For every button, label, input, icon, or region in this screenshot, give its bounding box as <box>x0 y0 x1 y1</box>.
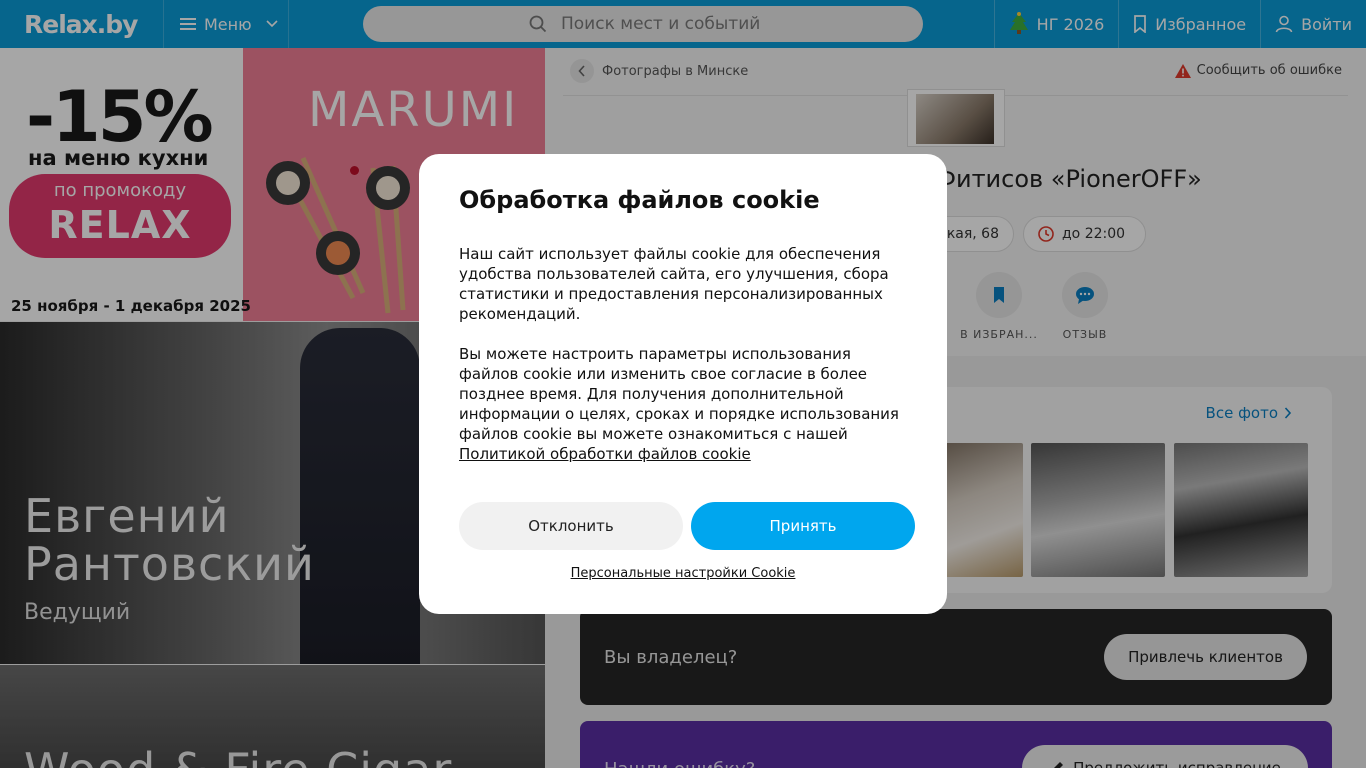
cookie-policy-link[interactable]: Политикой обработки файлов cookie <box>459 445 751 463</box>
decline-button[interactable]: Отклонить <box>459 502 683 550</box>
cookie-title: Обработка файлов cookie <box>459 186 820 214</box>
cookie-dialog: Обработка файлов cookie Наш сайт использ… <box>419 154 947 614</box>
cookie-paragraph-1: Наш сайт использует файлы cookie для обе… <box>459 245 889 323</box>
accept-button[interactable]: Принять <box>691 502 915 550</box>
cookie-buttons: Отклонить Принять <box>459 502 915 550</box>
cookie-personal-settings-link[interactable]: Персональные настройки Cookie <box>419 566 947 581</box>
cookie-paragraph-2-text: Вы можете настроить параметры использова… <box>459 345 899 443</box>
cookie-paragraph-2: Вы можете настроить параметры использова… <box>459 344 907 464</box>
